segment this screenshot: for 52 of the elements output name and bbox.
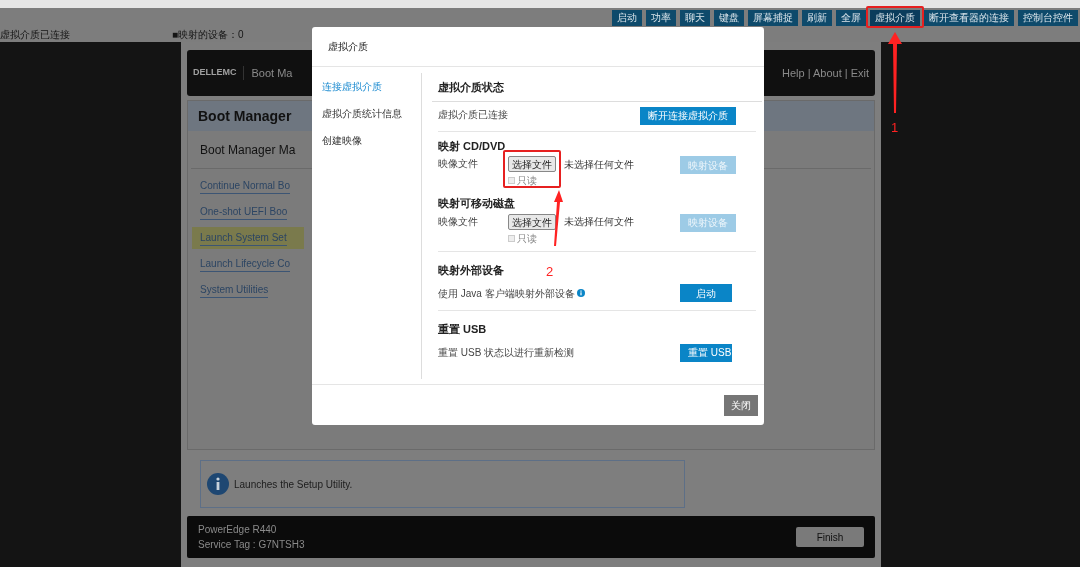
dialog-button[interactable]: 启动	[680, 284, 732, 302]
toolbar-button[interactable]: 全屏	[836, 10, 866, 26]
annotation-number: 1	[891, 119, 899, 137]
field-label: 映像文件	[438, 157, 479, 171]
checkbox-label: 只读	[517, 231, 537, 246]
annotation-number: 2	[546, 263, 554, 281]
toolbar-button[interactable]: 聊天	[680, 10, 710, 26]
panel-title: Boot Manager	[198, 106, 292, 126]
dialog-title: 虚拟介质	[328, 40, 368, 54]
header-title: Boot Ma	[251, 65, 293, 81]
info-icon	[207, 473, 229, 495]
toolbar-button[interactable]: 功率	[646, 10, 676, 26]
section-title: 映射外部设备	[438, 262, 504, 278]
toolbar-button[interactable]: 控制台控件	[1018, 10, 1078, 26]
section-title: 映射 CD/DVD	[438, 138, 506, 154]
dialog-nav-item[interactable]: 连接虚拟介质	[322, 79, 421, 94]
dialog-button[interactable]: 断开连接虚拟介质	[640, 106, 736, 125]
status-text: 虚拟介质已连接	[438, 107, 508, 122]
info-icon[interactable]	[576, 289, 585, 297]
section-title: 虚拟介质状态	[438, 80, 504, 95]
description-text: 重置 USB 状态以进行重新检测	[438, 346, 575, 360]
section-title: 映射可移动磁盘	[438, 196, 515, 211]
highlight-frame	[503, 150, 561, 188]
finish-button[interactable]: Finish	[796, 527, 864, 547]
service-tag: Service Tag : G7NTSH3	[198, 537, 305, 552]
connection-status: 虚拟介质已连接	[0, 27, 71, 42]
toolbar-button[interactable]: 断开查看器的连接	[924, 10, 1014, 26]
description-text: 使用 Java 客户端映射外部设备	[438, 286, 575, 301]
dialog-nav-item[interactable]: 创建映像	[322, 133, 421, 148]
header-links: Help | About | Exit	[781, 65, 869, 81]
help-text: Launches the Setup Utility.	[234, 477, 353, 492]
toolbar-button[interactable]: 启动	[612, 10, 642, 26]
section-heading: Boot Manager Ma	[200, 141, 296, 159]
annotation-arrow	[551, 190, 563, 246]
checkbox-label: 只读	[517, 174, 537, 188]
toolbar-button[interactable]: 屏幕捕捉	[748, 10, 798, 26]
model-name: PowerEdge R440	[198, 523, 278, 537]
mapped-devices-status: ■映射的设备：0	[172, 27, 244, 42]
file-status: 未选择任何文件	[563, 157, 634, 172]
brand-logo: DELLEMC	[193, 66, 244, 80]
section-title: 重置 USB	[438, 322, 487, 337]
toolbar-button[interactable]: 虚拟介质	[870, 10, 920, 26]
toolbar-button[interactable]: 键盘	[714, 10, 744, 26]
close-button[interactable]: 关闭	[724, 394, 758, 416]
highlight-frame	[866, 6, 924, 28]
file-status: 未选择任何文件	[563, 215, 634, 229]
choose-file-button[interactable]: 选择文件	[508, 156, 556, 172]
toolbar-button[interactable]: 刷新	[802, 10, 832, 26]
dialog-button[interactable]: 重置 USB	[680, 343, 732, 362]
dialog-nav-item[interactable]: 虚拟介质统计信息	[322, 106, 421, 121]
field-label: 映像文件	[438, 214, 479, 229]
choose-file-button[interactable]: 选择文件	[508, 213, 556, 230]
